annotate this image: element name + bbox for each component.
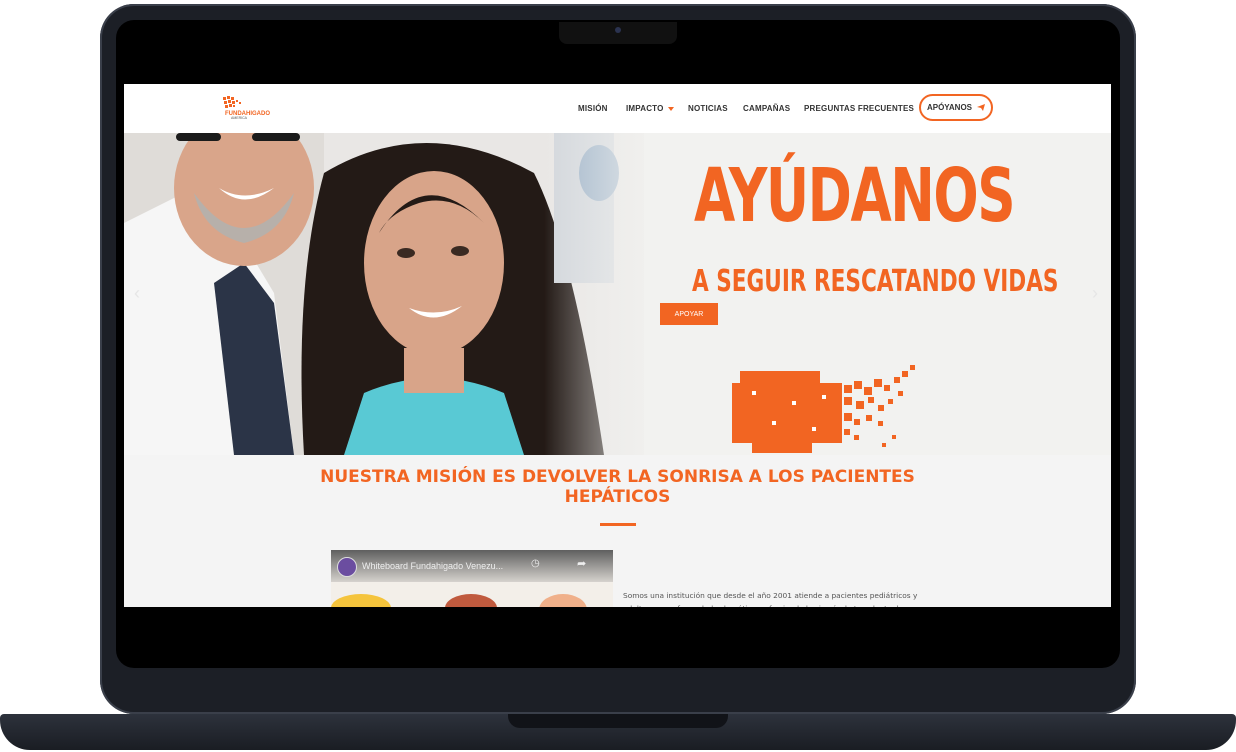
webcam-icon xyxy=(615,27,621,33)
fundahigado-logo[interactable]: FUNDAHIGADO AMERICA xyxy=(221,94,273,120)
about-text: Somos una institución que desde el año 2… xyxy=(623,591,918,607)
camera-notch xyxy=(559,22,677,44)
nav-impacto-label: IMPACTO xyxy=(626,104,664,113)
hero-prev-arrow[interactable]: ‹ xyxy=(134,283,140,304)
video-title: Whiteboard Fundahigado Venezu... xyxy=(362,561,504,571)
video-embed[interactable]: Whiteboard Fundahigado Venezu... ◷ ➦ xyxy=(331,550,613,607)
chevron-down-icon xyxy=(667,106,674,111)
nav-noticias[interactable]: NOTICIAS xyxy=(688,104,728,113)
apoyanos-button[interactable]: APÓYANOS xyxy=(919,94,993,121)
website-screen: FUNDAHIGADO AMERICA MISIÓN IMPACTO NOTIC… xyxy=(124,84,1111,607)
hero-headline: AYÚDANOS xyxy=(694,153,1016,239)
mission-title-line1: NUESTRA MISIÓN ES DEVOLVER LA SONRISA A … xyxy=(320,467,915,487)
laptop-base-notch xyxy=(508,714,728,728)
apoyar-button[interactable]: APOYAR xyxy=(660,303,718,325)
hero-fade xyxy=(544,133,674,455)
hero-next-arrow[interactable]: › xyxy=(1092,283,1098,304)
hero-subheadline: A SEGUIR RESCATANDO VIDAS xyxy=(692,264,1059,299)
hero-banner: ‹ › AYÚDANOS A SEGUIR RESCATANDO VIDAS A… xyxy=(124,133,1111,455)
nav-campanas[interactable]: CAMPAÑAS xyxy=(743,104,790,113)
nav-mision[interactable]: MISIÓN xyxy=(578,104,608,113)
navbar: FUNDAHIGADO AMERICA MISIÓN IMPACTO NOTIC… xyxy=(124,84,1111,133)
apoyanos-label: APÓYANOS xyxy=(926,103,973,112)
svg-text:AMERICA: AMERICA xyxy=(231,116,248,120)
channel-avatar xyxy=(337,557,357,577)
share-icon[interactable]: ➦ xyxy=(577,557,586,570)
nav-impacto[interactable]: IMPACTO xyxy=(626,104,674,113)
mission-divider xyxy=(600,523,636,526)
nav-preguntas-frecuentes[interactable]: PREGUNTAS FRECUENTES xyxy=(804,104,914,113)
mission-title: NUESTRA MISIÓN ES DEVOLVER LA SONRISA A … xyxy=(124,467,1111,507)
paper-plane-icon xyxy=(977,104,986,111)
mission-title-line2: HEPÁTICOS xyxy=(564,487,671,507)
pixel-liver-graphic xyxy=(732,365,915,453)
clock-icon[interactable]: ◷ xyxy=(531,558,540,569)
